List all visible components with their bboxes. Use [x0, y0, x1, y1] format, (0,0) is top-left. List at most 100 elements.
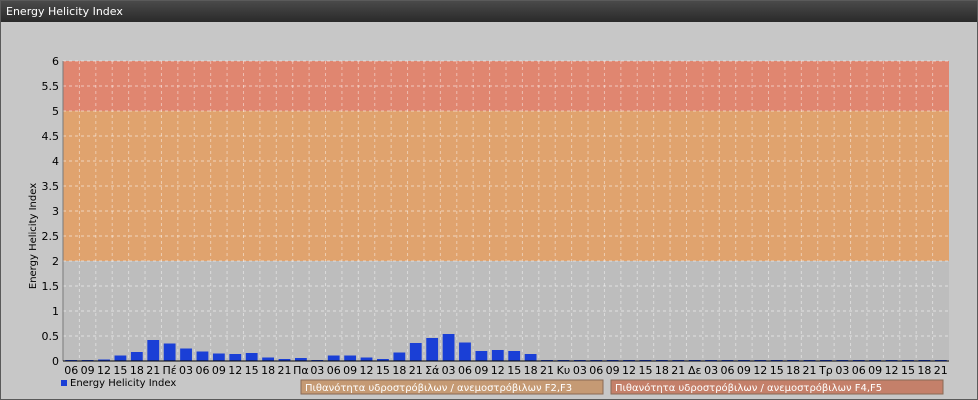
legend-label: Energy Helicity Index [70, 378, 176, 389]
chart-window: Energy Helicity Index 0 0.5 1 1.5 2 2.5 3 3.5 4 4… [0, 0, 978, 400]
x-tick-label: 09 [81, 364, 95, 377]
x-tick-label: Πέ [163, 364, 177, 377]
bar [212, 353, 225, 361]
x-tick-label: 18 [786, 364, 800, 377]
x-tick-label: 06 [458, 364, 472, 377]
x-tick-label: 06 [721, 364, 735, 377]
x-tick-label: Σά [425, 364, 439, 377]
y-tick-label: 0.5 [42, 330, 60, 343]
x-tick-label: 12 [491, 364, 505, 377]
x-tick-labels: 06 09 12 15 18 21 Πέ 03 06 09 12 15 18 21 Πα 03 06 09 12 15… [64, 364, 948, 377]
chart-panel: 0 0.5 1 1.5 2 2.5 3 3.5 4 4.5 5 5.5 6 06 09 12 15 18 21 Πέ… [3, 24, 975, 397]
y-tick-label: 2 [52, 255, 59, 268]
y-tick-label: 1.5 [42, 280, 60, 293]
x-tick-label: Δε [688, 364, 702, 377]
bar [229, 354, 242, 361]
bar [491, 350, 504, 361]
x-tick-label: 09 [343, 364, 357, 377]
x-tick-label: 06 [589, 364, 603, 377]
x-tick-label: 12 [885, 364, 899, 377]
x-tick-label: 06 [327, 364, 341, 377]
band-legend-label: Πιθανότητα υδροστρόβιλων / ανεμοστρόβιλω… [615, 382, 882, 394]
bar [409, 343, 422, 361]
x-tick-label: 12 [97, 364, 111, 377]
bar [344, 355, 357, 361]
x-tick-label: 06 [195, 364, 209, 377]
bar [327, 355, 340, 361]
x-tick-label: 06 [852, 364, 866, 377]
bar [442, 334, 455, 361]
y-tick-label: 1 [52, 305, 59, 318]
y-tick-label: 5.5 [42, 80, 60, 93]
bar [147, 340, 160, 361]
bar [475, 351, 488, 361]
bar [426, 338, 439, 361]
y-tick-labels: 0 0.5 1 1.5 2 2.5 3 3.5 4 4.5 5 5.5 6 [42, 55, 60, 368]
bar [245, 353, 258, 361]
y-tick-label: 5 [52, 105, 59, 118]
y-tick-label: 4.5 [42, 130, 60, 143]
x-tick-label: 15 [901, 364, 915, 377]
bar [459, 342, 471, 361]
x-tick-label: 09 [212, 364, 226, 377]
x-tick-label: 18 [261, 364, 275, 377]
x-tick-label: 21 [409, 364, 423, 377]
x-tick-label: 18 [524, 364, 538, 377]
x-tick-label: 06 [64, 364, 78, 377]
x-tick-label: 09 [606, 364, 620, 377]
x-tick-label: 18 [917, 364, 931, 377]
y-tick-label: 4 [52, 155, 59, 168]
x-tick-label: 21 [934, 364, 948, 377]
bar [130, 352, 143, 361]
x-tick-label: Πα [293, 364, 309, 377]
chart-svg: 00.511.522.533.544.555.56 06 09 12 15 18 21 Πέ… [28, 55, 949, 395]
x-tick-label: 09 [868, 364, 882, 377]
x-tick-label: 18 [130, 364, 144, 377]
x-tick-label: Τρ [818, 364, 833, 377]
x-tick-label: 03 [573, 364, 587, 377]
x-tick-label: 12 [360, 364, 374, 377]
x-tick-label: 21 [146, 364, 160, 377]
bar [180, 348, 192, 361]
x-tick-label: 12 [228, 364, 242, 377]
x-tick-label: 15 [376, 364, 390, 377]
x-tick-label: 03 [310, 364, 324, 377]
legend: Energy Helicity Index Πιθανότητα υδροστρό… [61, 378, 944, 395]
x-tick-label: 12 [753, 364, 767, 377]
x-tick-label: 12 [622, 364, 636, 377]
x-tick-label: 21 [278, 364, 292, 377]
bar [508, 351, 521, 361]
x-tick-label: 18 [655, 364, 669, 377]
bar [524, 354, 537, 361]
y-tick-label: 3 [52, 205, 59, 218]
y-tick-label: 0 [52, 355, 59, 368]
x-tick-label: 03 [704, 364, 718, 377]
y-tick-label: 3.5 [42, 180, 60, 193]
x-tick-label: 21 [803, 364, 817, 377]
x-tick-label: 09 [737, 364, 751, 377]
x-tick-label: 15 [507, 364, 521, 377]
y-tick-label: 6 [52, 55, 59, 68]
bar [393, 352, 406, 361]
band-legend-label: Πιθανότητα υδροστρόβιλων / ανεμοστρόβιλω… [305, 382, 572, 394]
x-tick-label: 15 [113, 364, 127, 377]
bar [163, 343, 176, 361]
x-tick-label: 21 [671, 364, 685, 377]
x-tick-label: 18 [392, 364, 406, 377]
bar [360, 357, 373, 361]
legend-swatch [61, 380, 67, 386]
x-tick-label: 21 [540, 364, 554, 377]
x-tick-label: 15 [638, 364, 652, 377]
x-tick-label: 09 [474, 364, 488, 377]
bar [196, 351, 209, 361]
x-tick-label: 03 [179, 364, 193, 377]
y-tick-label: 2.5 [42, 230, 60, 243]
x-tick-label: 15 [770, 364, 784, 377]
x-tick-label: 15 [245, 364, 259, 377]
bar [262, 357, 274, 361]
bar [114, 355, 127, 361]
y-axis-label: Energy Helicity Index [28, 183, 39, 289]
x-tick-label: Κυ [557, 364, 571, 377]
x-tick-label: 03 [442, 364, 456, 377]
x-tick-label: 03 [835, 364, 849, 377]
